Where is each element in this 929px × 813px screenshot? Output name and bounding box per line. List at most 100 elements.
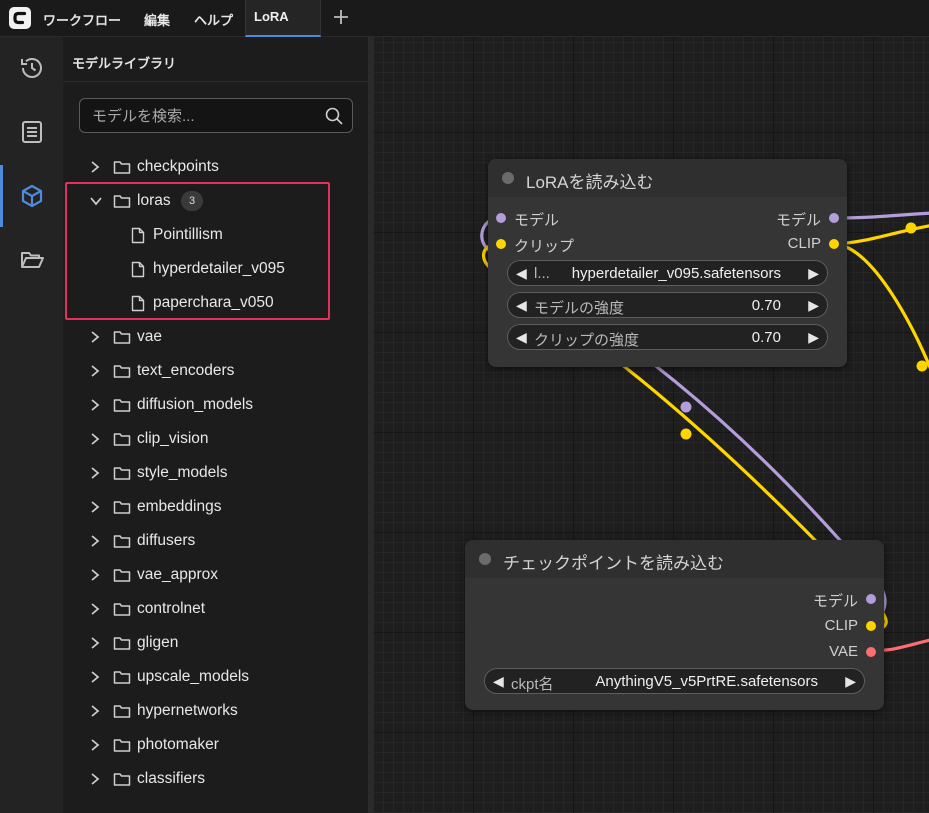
chevron-down-icon[interactable] (89, 194, 103, 213)
increment-arrow-icon[interactable]: ▶ (808, 329, 819, 346)
chevron-right-icon[interactable] (89, 670, 101, 689)
folder-row-diffusers[interactable]: diffusers (63, 524, 369, 558)
chevron-right-icon[interactable] (89, 534, 101, 553)
folder-row-diffusion-models[interactable]: diffusion_models (63, 388, 369, 422)
lora-model-out-link (835, 211, 929, 220)
decrement-arrow-icon[interactable]: ◀ (516, 329, 527, 346)
chevron-right-icon[interactable] (89, 772, 101, 791)
increment-arrow-icon[interactable]: ▶ (845, 673, 856, 690)
file-label: Pointillism (153, 226, 223, 243)
folder-label: text_encoders (137, 362, 235, 379)
folder-row-text-encoders[interactable]: text_encoders (63, 354, 369, 388)
decrement-arrow-icon[interactable]: ◀ (493, 673, 504, 690)
chevron-right-icon[interactable] (89, 432, 101, 451)
folder-row-vae[interactable]: vae (63, 320, 369, 354)
folder-label: loras (137, 192, 171, 209)
output-clip-slot[interactable] (866, 621, 876, 631)
chevron-right-icon[interactable] (89, 602, 101, 621)
node-library-button[interactable] (0, 101, 63, 163)
menu-workflow[interactable]: ワークフロー (43, 10, 121, 29)
output-vae-label: VAE (829, 643, 858, 660)
chevron-right-icon[interactable] (89, 398, 101, 417)
folder-label: classifiers (137, 770, 206, 787)
menu-edit[interactable]: 編集 (144, 10, 170, 29)
chevron-right-icon[interactable] (89, 636, 101, 655)
search-icon[interactable] (325, 107, 343, 125)
workflows-button[interactable] (0, 229, 63, 291)
model-file-row[interactable]: paperchara_v050 (63, 286, 369, 320)
checkpoint-loader-node[interactable]: チェックポイントを読み込む モデル CLIP VAE ◀ ckpt名 Anyth… (465, 540, 884, 710)
folder-row-classifiers[interactable]: classifiers (63, 762, 369, 796)
folder-row-clip-vision[interactable]: clip_vision (63, 422, 369, 456)
folder-icon (113, 193, 131, 214)
model-link-midpoint (680, 401, 692, 413)
node-header[interactable]: チェックポイントを読み込む (465, 540, 884, 578)
collapse-dot-icon[interactable] (502, 172, 514, 184)
lora-name-combo[interactable]: ◀ l... hyperdetailer_v095.safetensors ▶ (507, 260, 828, 286)
book-icon (22, 121, 42, 143)
graph-canvas[interactable]: LoRAを読み込む モデル クリップ モデル CLIP ◀ l... hyper… (374, 37, 929, 813)
clip-out-midpoint (905, 222, 917, 234)
folder-row-gligen[interactable]: gligen (63, 626, 369, 660)
decrement-arrow-icon[interactable]: ◀ (516, 297, 527, 314)
lora-loader-node[interactable]: LoRAを読み込む モデル クリップ モデル CLIP ◀ l... hyper… (488, 159, 847, 367)
folder-row-controlnet[interactable]: controlnet (63, 592, 369, 626)
collapse-dot-icon[interactable] (479, 553, 491, 565)
ckpt-name-combo[interactable]: ◀ ckpt名 AnythingV5_v5PrtRE.safetensors ▶ (484, 668, 865, 694)
folder-icon (113, 533, 131, 554)
input-model-slot[interactable] (496, 213, 506, 223)
model-file-row[interactable]: hyperdetailer_v095 (63, 252, 369, 286)
chevron-right-icon[interactable] (89, 704, 101, 723)
comfy-logo-icon[interactable] (9, 7, 31, 29)
output-clip-slot[interactable] (829, 239, 839, 249)
file-icon (131, 261, 145, 283)
folder-row-checkpoints[interactable]: checkpoints (63, 150, 369, 184)
tab-lora[interactable]: LoRA (245, 0, 321, 37)
chevron-right-icon[interactable] (89, 330, 101, 349)
strength-model-slider[interactable]: ◀ モデルの強度 0.70 ▶ (507, 292, 828, 318)
chevron-right-icon[interactable] (89, 364, 101, 383)
folder-icon (113, 397, 131, 418)
chevron-right-icon[interactable] (89, 160, 101, 179)
folder-label: hypernetworks (137, 702, 238, 719)
increment-arrow-icon[interactable]: ▶ (808, 297, 819, 314)
folder-label: diffusion_models (137, 396, 254, 413)
output-clip-label: CLIP (824, 617, 858, 634)
folder-icon (113, 771, 131, 792)
plus-icon (334, 10, 348, 24)
folder-icon (113, 703, 131, 724)
strength-clip-slider[interactable]: ◀ クリップの強度 0.70 ▶ (507, 324, 828, 350)
file-icon (131, 295, 145, 317)
history-icon (21, 58, 42, 78)
chevron-right-icon[interactable] (89, 466, 101, 485)
chevron-right-icon[interactable] (89, 568, 101, 587)
model-file-row[interactable]: Pointillism (63, 218, 369, 252)
new-tab-button[interactable] (330, 4, 352, 30)
queue-history-button[interactable] (0, 37, 63, 99)
folder-label: vae (137, 328, 162, 345)
chevron-right-icon[interactable] (89, 500, 101, 519)
model-search-box[interactable] (79, 98, 353, 133)
folder-row-vae-approx[interactable]: vae_approx (63, 558, 369, 592)
input-clip-label: クリップ (514, 238, 575, 255)
increment-arrow-icon[interactable]: ▶ (808, 265, 819, 282)
chevron-right-icon[interactable] (89, 738, 101, 757)
folder-row-upscale-models[interactable]: upscale_models (63, 660, 369, 694)
input-clip-slot[interactable] (496, 239, 506, 249)
node-title: LoRAを読み込む (526, 173, 654, 192)
decrement-arrow-icon[interactable]: ◀ (516, 265, 527, 282)
folder-row-hypernetworks[interactable]: hypernetworks (63, 694, 369, 728)
model-search-input[interactable] (92, 106, 317, 126)
model-library-button[interactable] (0, 165, 63, 227)
folder-row-embeddings[interactable]: embeddings (63, 490, 369, 524)
folder-icon (113, 465, 131, 486)
folder-row-style-models[interactable]: style_models (63, 456, 369, 490)
folder-row-loras[interactable]: loras 3 (63, 184, 369, 218)
widget-label: ckpt名 (511, 676, 554, 693)
folder-row-photomaker[interactable]: photomaker (63, 728, 369, 762)
node-header[interactable]: LoRAを読み込む (488, 159, 847, 197)
output-vae-slot[interactable] (866, 647, 876, 657)
output-model-slot[interactable] (866, 594, 876, 604)
output-model-slot[interactable] (829, 213, 839, 223)
menu-help[interactable]: ヘルプ (194, 10, 233, 29)
